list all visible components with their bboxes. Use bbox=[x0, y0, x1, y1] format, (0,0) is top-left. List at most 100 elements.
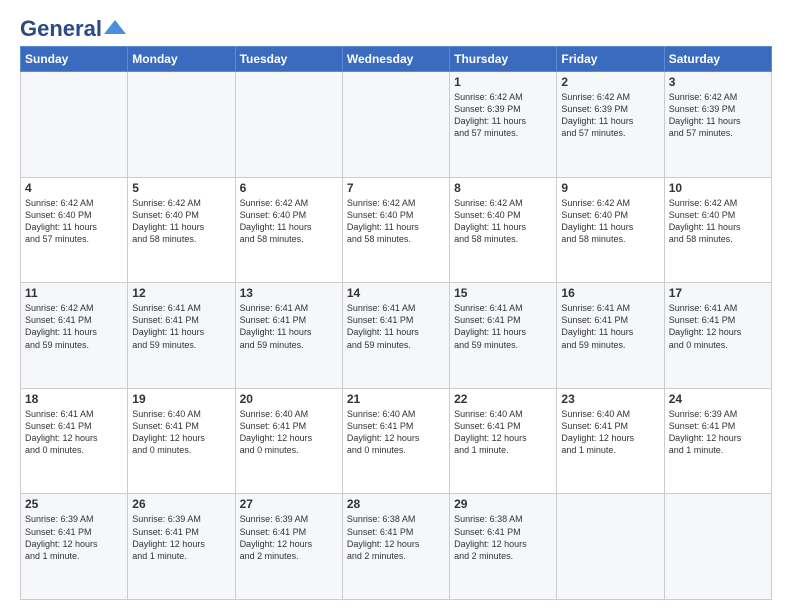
day-info: Sunrise: 6:42 AM Sunset: 6:40 PM Dayligh… bbox=[561, 197, 659, 246]
day-number: 10 bbox=[669, 181, 767, 195]
day-number: 11 bbox=[25, 286, 123, 300]
calendar-cell: 23 Sunrise: 6:40 AM Sunset: 6:41 PM Dayli… bbox=[557, 388, 664, 494]
calendar-cell: 17Sunrise: 6:41 AM Sunset: 6:41 PM Dayli… bbox=[664, 283, 771, 389]
calendar-cell bbox=[21, 72, 128, 178]
day-info: Sunrise: 6:42 AM Sunset: 6:41 PM Dayligh… bbox=[25, 302, 123, 351]
calendar-cell: 29 Sunrise: 6:38 AM Sunset: 6:41 PM Dayli… bbox=[450, 494, 557, 600]
calendar-cell bbox=[235, 72, 342, 178]
day-info: Sunrise: 6:38 AM Sunset: 6:41 PM Dayligh… bbox=[347, 513, 445, 562]
day-info: Sunrise: 6:40 AM Sunset: 6:41 PM Dayligh… bbox=[132, 408, 230, 457]
day-number: 14 bbox=[347, 286, 445, 300]
day-info: Sunrise: 6:42 AM Sunset: 6:40 PM Dayligh… bbox=[132, 197, 230, 246]
calendar-cell: 16 Sunrise: 6:41 AM Sunset: 6:41 PM Dayli… bbox=[557, 283, 664, 389]
calendar-cell: 27 Sunrise: 6:39 AM Sunset: 6:41 PM Dayli… bbox=[235, 494, 342, 600]
day-info: Sunrise: 6:38 AM Sunset: 6:41 PM Dayligh… bbox=[454, 513, 552, 562]
calendar-cell: 22 Sunrise: 6:40 AM Sunset: 6:41 PM Dayli… bbox=[450, 388, 557, 494]
day-info: Sunrise: 6:41 AM Sunset: 6:41 PM Dayligh… bbox=[240, 302, 338, 351]
day-number: 19 bbox=[132, 392, 230, 406]
day-info: Sunrise: 6:41 AM Sunset: 6:41 PM Dayligh… bbox=[347, 302, 445, 351]
logo: General bbox=[20, 16, 126, 38]
day-number: 21 bbox=[347, 392, 445, 406]
day-number: 15 bbox=[454, 286, 552, 300]
logo-icon bbox=[104, 20, 126, 34]
day-number: 5 bbox=[132, 181, 230, 195]
calendar-cell: 5 Sunrise: 6:42 AM Sunset: 6:40 PM Daylig… bbox=[128, 177, 235, 283]
calendar-cell: 4Sunrise: 6:42 AM Sunset: 6:40 PM Daylig… bbox=[21, 177, 128, 283]
day-number: 13 bbox=[240, 286, 338, 300]
day-info: Sunrise: 6:41 AM Sunset: 6:41 PM Dayligh… bbox=[25, 408, 123, 457]
calendar-cell: 12 Sunrise: 6:41 AM Sunset: 6:41 PM Dayli… bbox=[128, 283, 235, 389]
day-number: 1 bbox=[454, 75, 552, 89]
day-info: Sunrise: 6:40 AM Sunset: 6:41 PM Dayligh… bbox=[240, 408, 338, 457]
day-number: 17 bbox=[669, 286, 767, 300]
calendar-day-header: Saturday bbox=[664, 47, 771, 72]
day-info: Sunrise: 6:42 AM Sunset: 6:39 PM Dayligh… bbox=[561, 91, 659, 140]
calendar-cell: 21 Sunrise: 6:40 AM Sunset: 6:41 PM Dayli… bbox=[342, 388, 449, 494]
day-info: Sunrise: 6:39 AM Sunset: 6:41 PM Dayligh… bbox=[240, 513, 338, 562]
day-number: 28 bbox=[347, 497, 445, 511]
calendar-week-row: 1 Sunrise: 6:42 AM Sunset: 6:39 PM Daylig… bbox=[21, 72, 772, 178]
day-number: 24 bbox=[669, 392, 767, 406]
day-number: 8 bbox=[454, 181, 552, 195]
day-info: Sunrise: 6:40 AM Sunset: 6:41 PM Dayligh… bbox=[347, 408, 445, 457]
calendar-cell: 19 Sunrise: 6:40 AM Sunset: 6:41 PM Dayli… bbox=[128, 388, 235, 494]
day-info: Sunrise: 6:41 AM Sunset: 6:41 PM Dayligh… bbox=[454, 302, 552, 351]
page: General SundayMondayTuesdayWednesdayThur… bbox=[0, 0, 792, 612]
calendar-cell: 7 Sunrise: 6:42 AM Sunset: 6:40 PM Daylig… bbox=[342, 177, 449, 283]
day-info: Sunrise: 6:42 AM Sunset: 6:40 PM Dayligh… bbox=[347, 197, 445, 246]
day-info: Sunrise: 6:42 AM Sunset: 6:39 PM Dayligh… bbox=[454, 91, 552, 140]
calendar-header-row: SundayMondayTuesdayWednesdayThursdayFrid… bbox=[21, 47, 772, 72]
day-info: Sunrise: 6:42 AM Sunset: 6:40 PM Dayligh… bbox=[454, 197, 552, 246]
day-info: Sunrise: 6:40 AM Sunset: 6:41 PM Dayligh… bbox=[561, 408, 659, 457]
day-info: Sunrise: 6:42 AM Sunset: 6:40 PM Dayligh… bbox=[669, 197, 767, 246]
calendar-cell: 28 Sunrise: 6:38 AM Sunset: 6:41 PM Dayli… bbox=[342, 494, 449, 600]
day-number: 3 bbox=[669, 75, 767, 89]
day-number: 12 bbox=[132, 286, 230, 300]
calendar-cell: 14 Sunrise: 6:41 AM Sunset: 6:41 PM Dayli… bbox=[342, 283, 449, 389]
calendar-cell: 18Sunrise: 6:41 AM Sunset: 6:41 PM Dayli… bbox=[21, 388, 128, 494]
day-number: 29 bbox=[454, 497, 552, 511]
calendar-week-row: 18Sunrise: 6:41 AM Sunset: 6:41 PM Dayli… bbox=[21, 388, 772, 494]
calendar-day-header: Thursday bbox=[450, 47, 557, 72]
calendar-week-row: 25 Sunrise: 6:39 AM Sunset: 6:41 PM Dayli… bbox=[21, 494, 772, 600]
day-number: 6 bbox=[240, 181, 338, 195]
day-info: Sunrise: 6:39 AM Sunset: 6:41 PM Dayligh… bbox=[132, 513, 230, 562]
calendar-week-row: 11 Sunrise: 6:42 AM Sunset: 6:41 PM Dayli… bbox=[21, 283, 772, 389]
calendar-table: SundayMondayTuesdayWednesdayThursdayFrid… bbox=[20, 46, 772, 600]
calendar-cell: 26 Sunrise: 6:39 AM Sunset: 6:41 PM Dayli… bbox=[128, 494, 235, 600]
calendar-cell bbox=[664, 494, 771, 600]
calendar-cell: 8 Sunrise: 6:42 AM Sunset: 6:40 PM Daylig… bbox=[450, 177, 557, 283]
day-number: 25 bbox=[25, 497, 123, 511]
calendar-cell bbox=[557, 494, 664, 600]
day-info: Sunrise: 6:39 AM Sunset: 6:41 PM Dayligh… bbox=[669, 408, 767, 457]
calendar-day-header: Monday bbox=[128, 47, 235, 72]
day-number: 16 bbox=[561, 286, 659, 300]
calendar-cell: 11 Sunrise: 6:42 AM Sunset: 6:41 PM Dayli… bbox=[21, 283, 128, 389]
calendar-cell: 2Sunrise: 6:42 AM Sunset: 6:39 PM Daylig… bbox=[557, 72, 664, 178]
calendar-cell: 6 Sunrise: 6:42 AM Sunset: 6:40 PM Daylig… bbox=[235, 177, 342, 283]
calendar-cell: 20 Sunrise: 6:40 AM Sunset: 6:41 PM Dayli… bbox=[235, 388, 342, 494]
calendar-cell: 13 Sunrise: 6:41 AM Sunset: 6:41 PM Dayli… bbox=[235, 283, 342, 389]
day-info: Sunrise: 6:41 AM Sunset: 6:41 PM Dayligh… bbox=[132, 302, 230, 351]
day-info: Sunrise: 6:42 AM Sunset: 6:40 PM Dayligh… bbox=[240, 197, 338, 246]
day-info: Sunrise: 6:39 AM Sunset: 6:41 PM Dayligh… bbox=[25, 513, 123, 562]
calendar-day-header: Tuesday bbox=[235, 47, 342, 72]
day-info: Sunrise: 6:40 AM Sunset: 6:41 PM Dayligh… bbox=[454, 408, 552, 457]
day-info: Sunrise: 6:42 AM Sunset: 6:39 PM Dayligh… bbox=[669, 91, 767, 140]
day-number: 26 bbox=[132, 497, 230, 511]
calendar-cell: 10 Sunrise: 6:42 AM Sunset: 6:40 PM Dayli… bbox=[664, 177, 771, 283]
calendar-cell: 1 Sunrise: 6:42 AM Sunset: 6:39 PM Daylig… bbox=[450, 72, 557, 178]
day-number: 20 bbox=[240, 392, 338, 406]
day-number: 7 bbox=[347, 181, 445, 195]
calendar-cell: 3 Sunrise: 6:42 AM Sunset: 6:39 PM Daylig… bbox=[664, 72, 771, 178]
calendar-cell: 24 Sunrise: 6:39 AM Sunset: 6:41 PM Dayli… bbox=[664, 388, 771, 494]
day-number: 23 bbox=[561, 392, 659, 406]
day-info: Sunrise: 6:41 AM Sunset: 6:41 PM Dayligh… bbox=[561, 302, 659, 351]
calendar-week-row: 4 Sunrise: 6:42 AM Sunset: 6:40 PM Daylig… bbox=[21, 177, 772, 283]
day-number: 22 bbox=[454, 392, 552, 406]
calendar-cell: 9Sunrise: 6:42 AM Sunset: 6:40 PM Daylig… bbox=[557, 177, 664, 283]
day-number: 27 bbox=[240, 497, 338, 511]
day-number: 4 bbox=[25, 181, 123, 195]
calendar-cell: 15 Sunrise: 6:41 AM Sunset: 6:41 PM Dayli… bbox=[450, 283, 557, 389]
logo-text: General bbox=[20, 16, 102, 42]
